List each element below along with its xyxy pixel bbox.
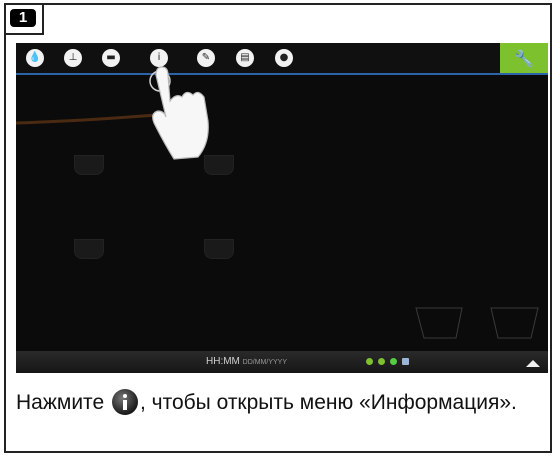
signal-icon xyxy=(378,358,385,365)
status-bar: HH:MM DD/MM/YYYY xyxy=(16,351,548,373)
clock-readout: HH:MM DD/MM/YYYY xyxy=(206,356,287,367)
cup-outlines xyxy=(415,307,539,339)
instruction-before: Нажмите xyxy=(16,391,110,414)
info-button-icon xyxy=(111,389,138,415)
status-dot-icon xyxy=(390,358,397,365)
device-screen: 💧 ⊥ ▬ i ✎ ▤ ● 🔧 HH:MM DD/MM/YYYY xyxy=(16,43,548,373)
instruction-text: Нажмите , чтобы открыть меню «Информация… xyxy=(16,389,546,417)
card-icon[interactable]: ▬ xyxy=(102,49,120,67)
wrench-icon[interactable]: 🔧 xyxy=(500,43,548,73)
clock-time: HH:MM xyxy=(206,356,240,367)
clock-icon[interactable]: ⊥ xyxy=(64,49,82,67)
instruction-after: , чтобы открыть меню «Информация». xyxy=(139,391,517,414)
user-icon[interactable]: ● xyxy=(275,49,293,67)
step-number: 1 xyxy=(10,9,36,27)
drink-tile-3-cup[interactable] xyxy=(74,239,104,259)
pointing-hand-icon xyxy=(149,66,209,160)
battery-icon xyxy=(402,358,409,365)
display-icon[interactable]: ▤ xyxy=(236,49,254,67)
drink-tile-1-cup[interactable] xyxy=(74,155,104,175)
step-badge: 1 xyxy=(6,5,44,35)
drink-tile-4-cup[interactable] xyxy=(204,239,234,259)
water-drop-icon[interactable]: 💧 xyxy=(26,49,44,67)
wifi-icon xyxy=(366,358,373,365)
clock-date: DD/MM/YYYY xyxy=(242,359,288,366)
expand-up-icon[interactable] xyxy=(526,360,540,367)
top-toolbar: 💧 ⊥ ▬ i ✎ ▤ ● 🔧 xyxy=(16,43,548,75)
instruction-frame: 1 💧 ⊥ ▬ i ✎ ▤ ● 🔧 HH:MM DD/MM/YYYY Нажми… xyxy=(4,3,552,453)
